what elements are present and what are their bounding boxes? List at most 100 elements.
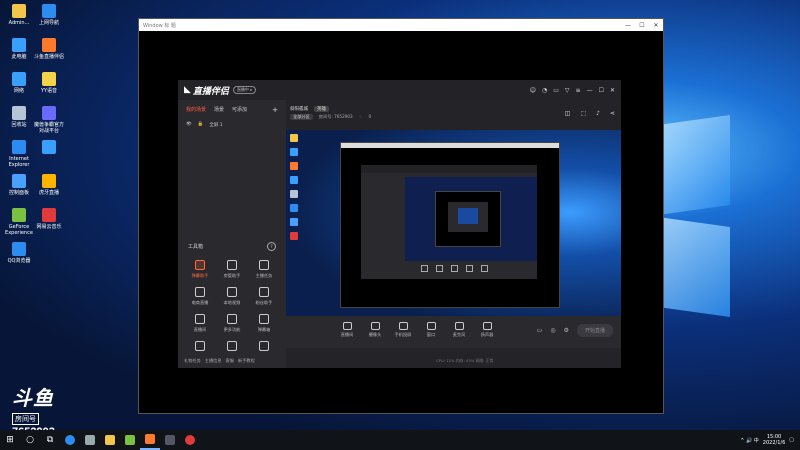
tool-item[interactable]: 弹幕箱 xyxy=(248,314,280,333)
add-scene-icon[interactable]: + xyxy=(272,106,278,114)
desktop-icon[interactable]: Admin... xyxy=(2,4,36,26)
stream-preview[interactable] xyxy=(286,130,621,336)
share-screen-icon[interactable]: ⬚ xyxy=(580,110,586,117)
app-icon xyxy=(42,174,56,188)
app-icon xyxy=(42,72,56,86)
bottom-tool-icon xyxy=(426,322,436,330)
tool-item[interactable] xyxy=(184,341,216,354)
fish-logo-icon: ◣ xyxy=(184,85,191,95)
tool-item[interactable]: 电商直播 xyxy=(184,287,216,306)
desktop-icon[interactable]: 虎牙直播 xyxy=(32,174,66,196)
minimize-icon[interactable]: — xyxy=(621,22,635,29)
preview-window xyxy=(340,142,560,308)
footer-item-service[interactable]: 客服 xyxy=(226,358,234,364)
tool-item[interactable]: 直播间 xyxy=(184,314,216,333)
bottom-tool[interactable]: 窗口 xyxy=(422,322,440,338)
record-icon[interactable]: ◫ xyxy=(565,110,571,117)
desktop-icon[interactable]: 控制面板 xyxy=(2,174,36,196)
eye-icon[interactable]: 👁 xyxy=(186,122,192,128)
app-icon xyxy=(12,38,26,52)
footer-item-info[interactable]: 主播信息 xyxy=(205,358,222,364)
notify-icon[interactable]: ♪ xyxy=(596,110,600,117)
app-icon xyxy=(12,106,26,120)
outer-window-titlebar[interactable]: Window 标 题 — ☐ ✕ xyxy=(139,19,663,31)
footer-item-tutorial[interactable]: 新手教程 xyxy=(238,358,255,364)
desktop-icon[interactable]: GeForce Experience xyxy=(2,208,36,236)
bottom-tool[interactable]: 摄像头 xyxy=(366,322,384,338)
footer-item-gift[interactable]: 礼物任务 xyxy=(184,358,201,364)
bottom-tool[interactable]: 麦克风 xyxy=(450,322,468,338)
tool-item[interactable] xyxy=(216,341,248,354)
start-live-button[interactable]: 开始直播 xyxy=(576,324,613,337)
game-icon[interactable] xyxy=(120,430,140,450)
message-icon[interactable]: ▭ xyxy=(553,87,559,94)
app-icon[interactable] xyxy=(160,430,180,450)
tool-item[interactable]: 主播任务 xyxy=(248,260,280,279)
bottom-tool[interactable]: 直播间 xyxy=(338,322,356,338)
tab-scenes[interactable]: 场景 xyxy=(214,106,224,114)
help-icon[interactable]: ? xyxy=(267,242,276,251)
shirt-icon[interactable]: ▽ xyxy=(565,87,570,94)
share-icon[interactable]: ⋖ xyxy=(610,110,615,117)
douyu-app-icon[interactable] xyxy=(140,430,160,450)
tray-icons[interactable]: ^ 🔊 中 xyxy=(740,437,759,444)
desktop-icon[interactable]: 魔兽争霸官方对战平台 xyxy=(32,106,66,134)
tool-item[interactable]: 本地视频 xyxy=(216,287,248,306)
lock-icon[interactable]: 🔒 xyxy=(198,122,204,128)
desktop-icon-label: 控制面板 xyxy=(8,190,29,196)
desktop-icon[interactable]: QQ浏览器 xyxy=(2,242,36,264)
avatar-icon[interactable]: ☺ xyxy=(530,87,536,94)
app-maximize-icon[interactable]: ☐ xyxy=(599,87,604,94)
app-icon xyxy=(12,242,26,256)
bottom-tool[interactable]: 手机投屏 xyxy=(394,322,412,338)
app-close-icon[interactable]: ✕ xyxy=(610,87,615,94)
store-icon[interactable] xyxy=(80,430,100,450)
app-minimize-icon[interactable]: — xyxy=(587,87,593,94)
room-tag[interactable]: 英雄 xyxy=(314,106,329,112)
effects-icon[interactable]: ◎ xyxy=(550,327,555,334)
desktop-icon[interactable] xyxy=(32,140,66,156)
bottom-tool[interactable]: 扬声器 xyxy=(478,322,496,338)
desktop-icon[interactable]: 网络 xyxy=(2,72,36,94)
scene-item[interactable]: 👁 🔒 全屏 1 xyxy=(178,120,286,130)
netease-icon[interactable] xyxy=(180,430,200,450)
desktop-icon[interactable]: Internet Explorer xyxy=(2,140,36,168)
notification-icon[interactable]: ▢ xyxy=(789,437,794,443)
maximize-icon[interactable]: ☐ xyxy=(635,22,649,29)
search-icon[interactable]: ○ xyxy=(20,430,40,450)
room-likes: 0 xyxy=(368,114,372,119)
tool-item[interactable]: 更多功能 xyxy=(216,314,248,333)
desktop-icon[interactable]: 回收站 xyxy=(2,106,36,128)
start-icon[interactable]: ⊞ xyxy=(0,430,20,450)
menu-icon[interactable]: ≡ xyxy=(576,87,581,94)
tool-icon xyxy=(227,260,237,270)
room-category[interactable]: 全部分区 xyxy=(290,114,313,120)
tab-addable[interactable]: 可添加 xyxy=(232,106,247,114)
explorer-icon[interactable] xyxy=(100,430,120,450)
tool-item[interactable]: 弹幕助手 xyxy=(184,260,216,279)
settings-icon[interactable]: ⚙ xyxy=(564,327,569,334)
desktop-icon-label: 回收站 xyxy=(11,122,27,128)
tool-item[interactable]: 房管助手 xyxy=(216,260,248,279)
bell-icon[interactable]: ◔ xyxy=(542,87,547,94)
desktop-icon[interactable]: 网易云音乐 xyxy=(32,208,66,230)
tab-my-scenes[interactable]: 我的场景 xyxy=(186,106,206,114)
desktop-icon[interactable]: 斗鱼直播伴侣 xyxy=(32,38,66,60)
edge-icon[interactable] xyxy=(60,430,80,450)
camera-settings-icon[interactable]: ▭ xyxy=(537,327,543,334)
clock[interactable]: 15:00 2022/1/6 xyxy=(763,434,785,446)
app-logo: ◣ 直播伴侣 xyxy=(184,84,229,97)
desktop-icon[interactable]: 此电脑 xyxy=(2,38,36,60)
desktop-icon[interactable]: 上网导航 xyxy=(32,4,66,26)
tool-icon xyxy=(195,260,205,270)
room-title[interactable]: 斜阳孤城 xyxy=(290,106,308,112)
task-view-icon[interactable]: ⧉ xyxy=(40,430,60,450)
tool-item[interactable]: 粉丝助手 xyxy=(248,287,280,306)
desktop-icon[interactable]: YY语音 xyxy=(32,72,66,94)
desktop-icon-label: 上网导航 xyxy=(38,20,59,26)
live-status-pill[interactable]: 直播中 ▸ xyxy=(232,86,257,94)
bottom-tool-icon xyxy=(342,322,352,330)
tool-item[interactable] xyxy=(248,341,280,354)
close-icon[interactable]: ✕ xyxy=(649,22,663,29)
tool-label: 房管助手 xyxy=(223,273,241,278)
